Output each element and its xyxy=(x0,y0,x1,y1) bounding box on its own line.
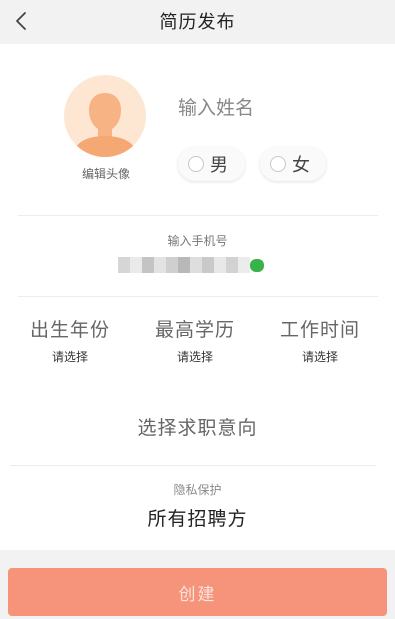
phone-number-redacted[interactable] xyxy=(118,254,270,276)
person-avatar-icon xyxy=(64,75,146,157)
avatar[interactable] xyxy=(64,75,146,157)
divider xyxy=(10,465,376,466)
create-button[interactable]: 创建 xyxy=(8,568,387,616)
resume-publish-page: 简历发布 编辑头像 男 女 xyxy=(0,0,395,619)
gender-label-male: 男 xyxy=(210,155,228,176)
birth-year-title: 出生年份 xyxy=(29,319,110,341)
phone-label: 输入手机号 xyxy=(167,234,228,248)
birth-year-value: 请选择 xyxy=(51,350,88,364)
job-intent-selector[interactable]: 选择求职意向 xyxy=(0,413,395,440)
header-bar: 简历发布 xyxy=(0,0,395,44)
work-time-title: 工作时间 xyxy=(279,319,360,341)
divider xyxy=(18,215,378,216)
work-time-selector[interactable]: 工作时间 请选择 xyxy=(260,315,380,365)
privacy-selector[interactable]: 所有招聘方 xyxy=(0,504,395,531)
birth-year-selector[interactable]: 出生年份 请选择 xyxy=(10,315,130,365)
edit-avatar-label[interactable]: 编辑头像 xyxy=(70,165,142,182)
name-input[interactable] xyxy=(176,93,370,123)
resume-form-card: 编辑头像 男 女 输入手机号 xyxy=(0,44,395,550)
page-title: 简历发布 xyxy=(159,12,236,33)
privacy-label: 隐私保护 xyxy=(173,483,222,497)
education-value: 请选择 xyxy=(176,350,213,364)
gender-option-female[interactable]: 女 xyxy=(260,147,326,181)
radio-circle-icon xyxy=(270,156,286,172)
education-title: 最高学历 xyxy=(154,319,235,341)
gender-option-male[interactable]: 男 xyxy=(178,147,245,181)
education-selector[interactable]: 最高学历 请选择 xyxy=(135,315,255,365)
divider xyxy=(18,296,378,297)
radio-circle-icon xyxy=(188,156,204,172)
work-time-value: 请选择 xyxy=(301,350,338,364)
gender-label-female: 女 xyxy=(292,155,310,176)
redacted-phone-icon xyxy=(118,257,264,273)
